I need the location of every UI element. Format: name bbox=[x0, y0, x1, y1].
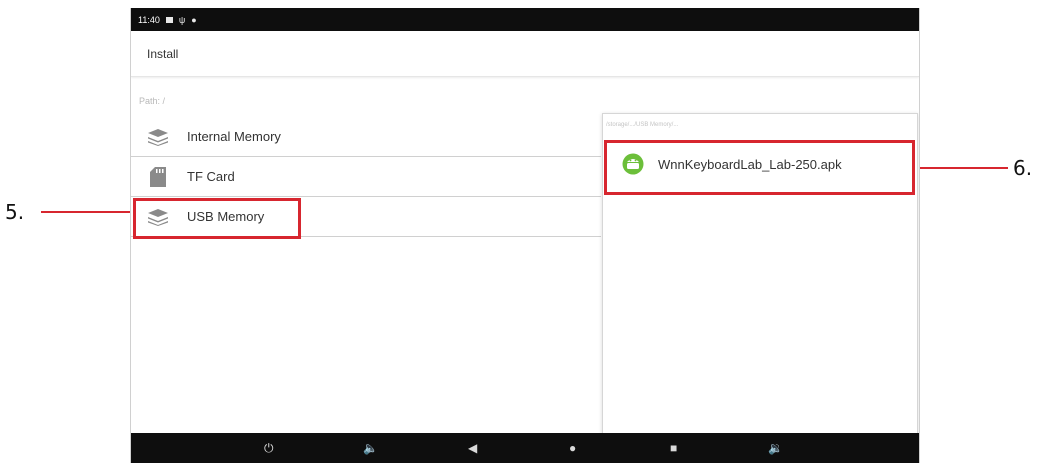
title-bar: Install bbox=[131, 31, 919, 77]
storage-item-label: TF Card bbox=[187, 169, 235, 184]
usb-icon: ψ bbox=[178, 14, 186, 25]
page-title: Install bbox=[147, 46, 179, 61]
download-icon: ● bbox=[191, 14, 197, 25]
highlight-usb-memory bbox=[133, 198, 301, 239]
annotation-line-6 bbox=[913, 167, 1008, 169]
power-icon[interactable]: ⏻ bbox=[264, 441, 274, 455]
status-bar: 11:40 ψ ● bbox=[131, 8, 919, 31]
sd-card-icon bbox=[146, 166, 170, 187]
annotation-label-5: 5. bbox=[5, 200, 25, 224]
volume-down-icon[interactable]: 🔈 bbox=[363, 441, 378, 455]
volume-up-icon[interactable]: 🔉 bbox=[768, 441, 783, 455]
annotation-line-5 bbox=[41, 211, 133, 213]
recents-icon[interactable]: ■ bbox=[670, 441, 677, 455]
clock: 11:40 bbox=[138, 14, 160, 25]
path-label: Path: / bbox=[139, 96, 166, 106]
back-icon[interactable]: ◀ bbox=[468, 441, 477, 455]
annotation-label-6: 6. bbox=[1013, 156, 1033, 180]
storage-item-label: Internal Memory bbox=[187, 129, 281, 144]
storage-item-internal-memory[interactable]: Internal Memory bbox=[131, 117, 601, 157]
storage-item-tf-card[interactable]: TF Card bbox=[131, 157, 601, 197]
navigation-bar: ⏻ 🔈 ◀ ● ■ 🔉 bbox=[131, 433, 919, 463]
home-icon[interactable]: ● bbox=[569, 441, 576, 455]
file-panel-path: /storage/.../USB Memory/... bbox=[606, 122, 679, 128]
stack-icon bbox=[146, 127, 170, 147]
highlight-apk-file bbox=[604, 140, 915, 195]
notification-icon bbox=[165, 15, 173, 25]
